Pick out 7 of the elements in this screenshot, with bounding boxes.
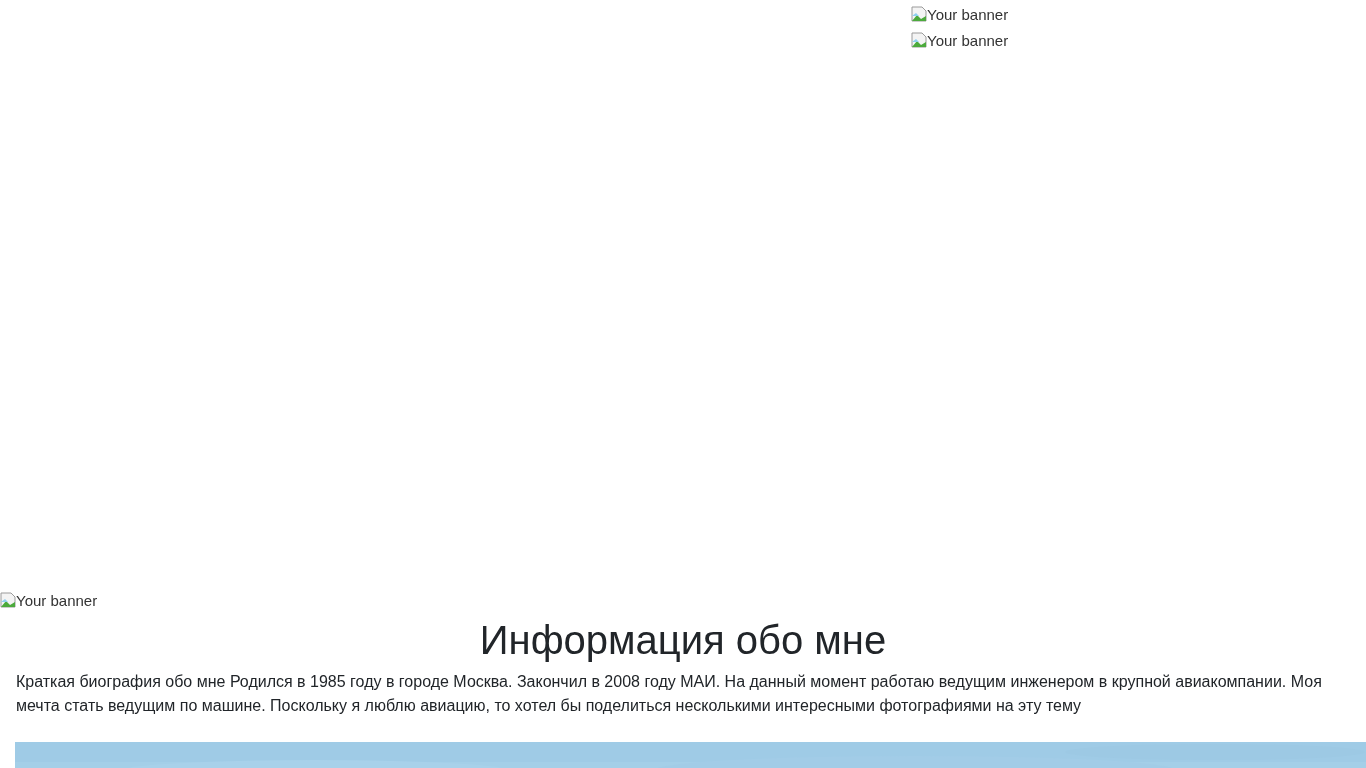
broken-image-icon xyxy=(911,32,927,48)
banner-alt-text: Your banner xyxy=(16,591,98,609)
banner-alt-text: Your banner xyxy=(927,5,1009,23)
broken-image-icon xyxy=(911,6,927,22)
biography-paragraph: Краткая биография обо мне Родился в 1985 году в городе Москва. Закончил в 2008 году МАИ. На данный момент работаю ведущим инженером в крупной авиакомпании. Моя мечта стать ведущим по машине. Поскольку я люблю авиацию, то хотел бы поделиться несколькими интересными фотографиями на эту тему xyxy=(16,672,1323,716)
section-heading: Информация обо мне xyxy=(479,617,887,664)
banner-alt-text: Your banner xyxy=(927,31,1009,49)
